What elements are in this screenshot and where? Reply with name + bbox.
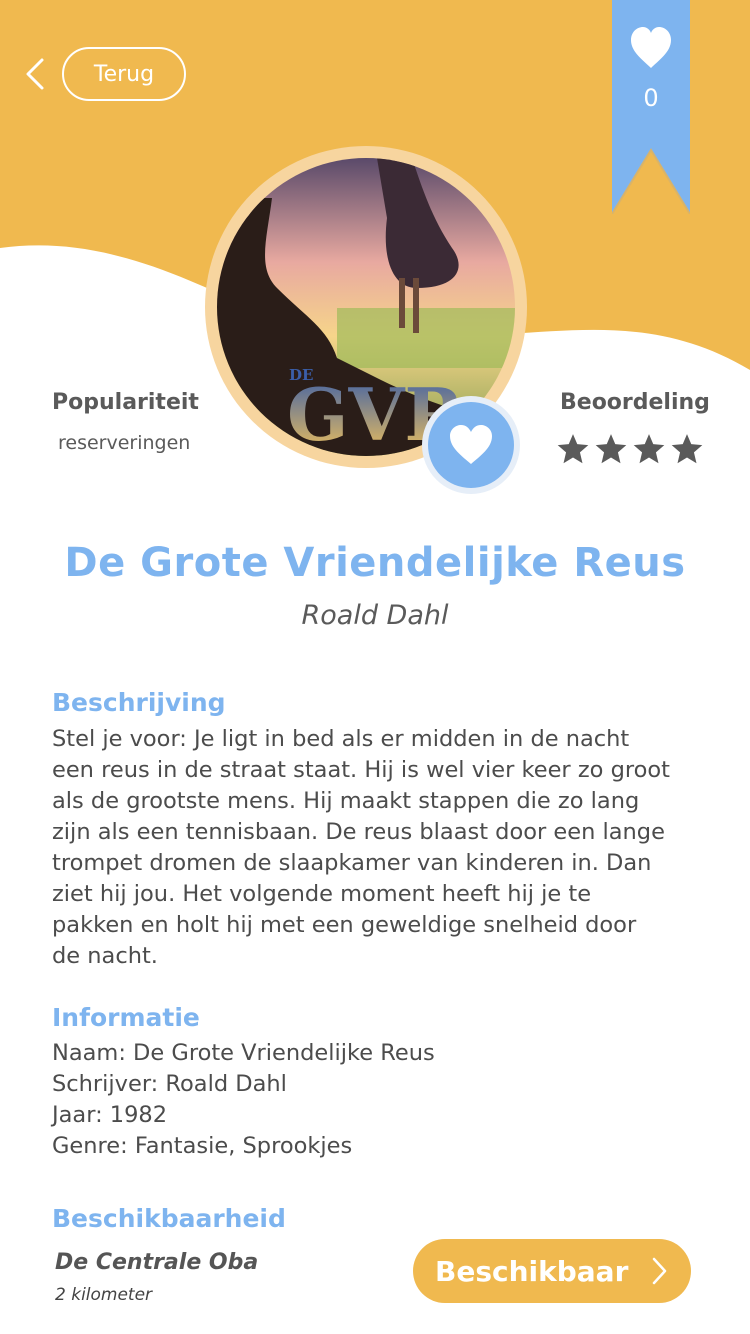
information-heading: Informatie: [52, 1003, 200, 1032]
heart-icon: [450, 425, 492, 464]
popularity-title: Populariteit: [52, 390, 199, 415]
chevron-right-icon: [652, 1257, 667, 1285]
star-icon: [633, 434, 665, 464]
availability-button-label: Beschikbaar: [435, 1254, 629, 1288]
description-text: Stel je voor: Je ligt in bed als er midd…: [52, 724, 702, 972]
star-icon: [557, 434, 589, 464]
back-button[interactable]: Terug: [62, 47, 186, 101]
star-icon: [671, 434, 703, 464]
description-line: trompet dromen de slaapkamer van kindere…: [52, 850, 652, 876]
library-distance: 2 kilometer: [55, 1285, 153, 1305]
info-genre: Genre: Fantasie, Sprookjes: [52, 1133, 353, 1159]
star-icon: [595, 434, 627, 464]
favorites-count: 0: [643, 84, 659, 112]
info-name: Naam: De Grote Vriendelijke Reus: [52, 1040, 435, 1066]
description-line: de nacht.: [52, 943, 158, 969]
info-year: Jaar: 1982: [52, 1102, 168, 1128]
rating-stars: [556, 432, 704, 466]
description-line: ziet hij jou. Het volgende moment heeft …: [52, 881, 592, 907]
description-line: een reus in de straat staat. Hij is wel …: [52, 757, 670, 783]
description-heading: Beschrijving: [52, 688, 226, 717]
info-writer: Schrijver: Roald Dahl: [52, 1071, 287, 1097]
book-author: Roald Dahl: [301, 600, 449, 631]
description-line: als de grootste mens. Hij maakt stappen …: [52, 788, 640, 814]
library-name: De Centrale Oba: [55, 1250, 259, 1275]
book-title: De Grote Vriendelijke Reus: [64, 540, 686, 586]
back-chevron-icon[interactable]: [22, 56, 50, 92]
availability-heading: Beschikbaarheid: [52, 1204, 286, 1233]
favorite-button[interactable]: [428, 402, 514, 488]
description-line: Stel je voor: Je ligt in bed als er midd…: [52, 726, 630, 752]
rating-title: Beoordeling: [560, 390, 710, 415]
popularity-subtitle: reserveringen: [58, 432, 191, 454]
description-line: pakken en holt hij met een geweldige sne…: [52, 912, 637, 938]
description-line: zijn als een tennisbaan. De reus blaast …: [52, 819, 665, 845]
